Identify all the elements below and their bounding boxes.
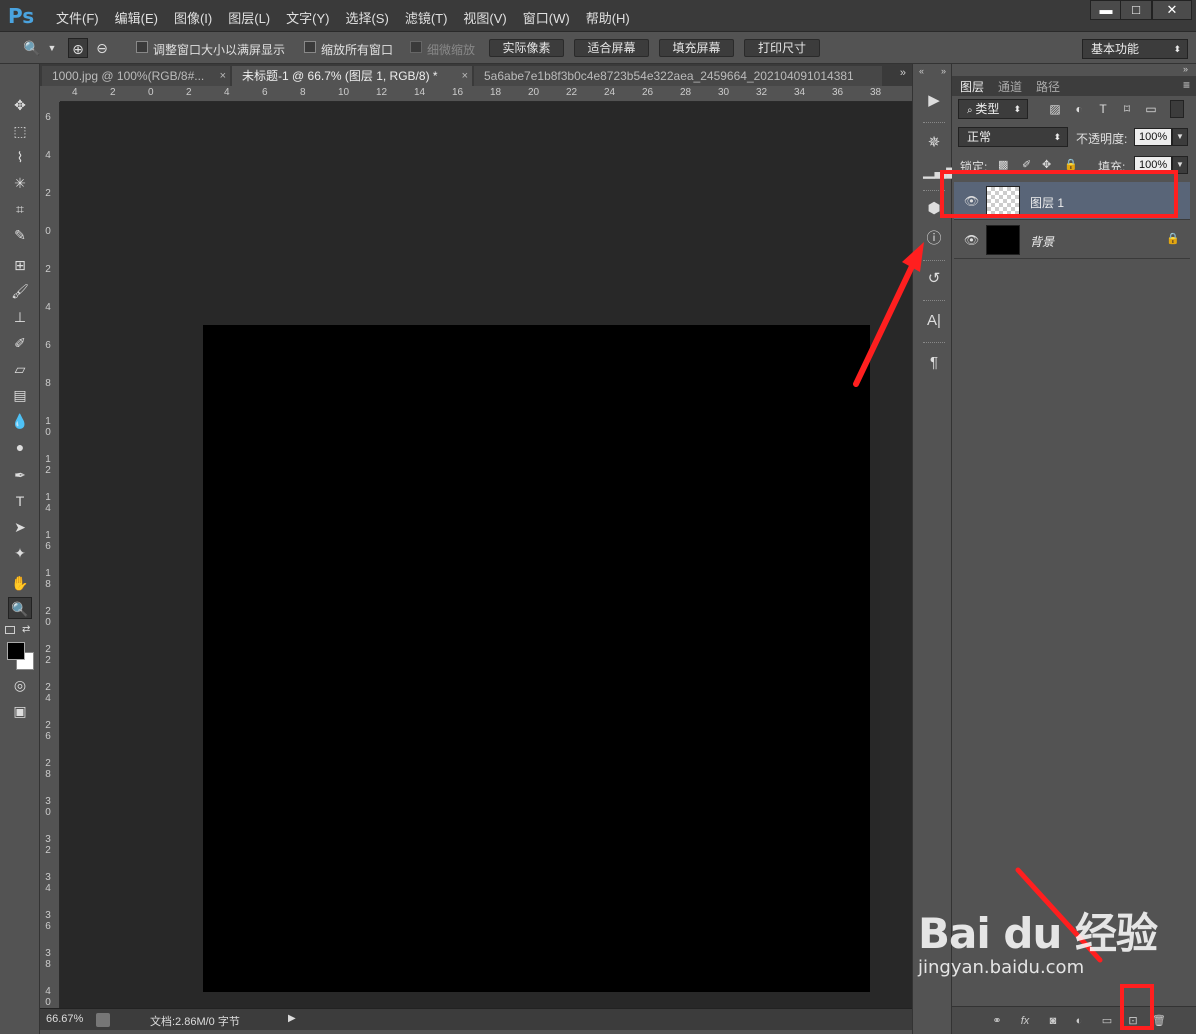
watermark-logo: Bai du 经验 xyxy=(918,909,1158,958)
arrowhead xyxy=(902,242,924,272)
annotation-arrows xyxy=(853,242,1103,963)
baidu-watermark: Bai du 经验 jingyan.baidu.com xyxy=(918,900,1158,978)
annotation-arrow xyxy=(853,259,917,387)
